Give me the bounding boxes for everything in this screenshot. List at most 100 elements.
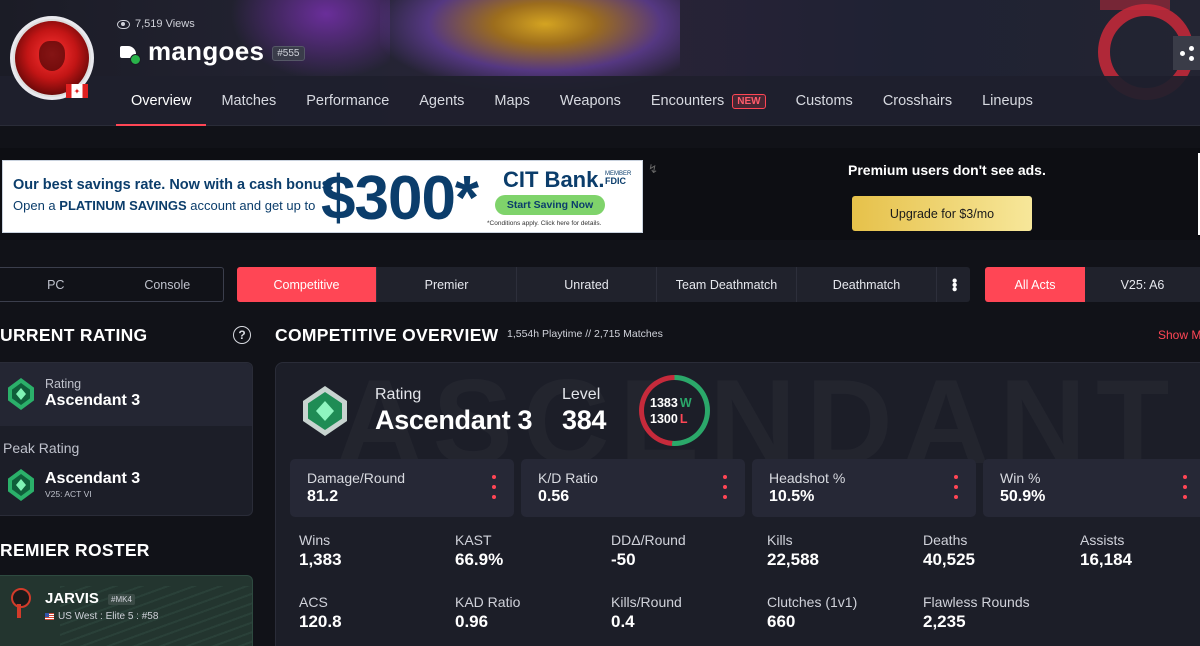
stat-label: Win % [1000,470,1041,486]
tab-encounters[interactable]: Encounters NEW [636,76,781,126]
us-flag-icon [45,613,54,620]
stat-value: 0.96 [455,612,489,631]
premier-roster-title: REMIER ROSTER [0,540,150,560]
upgrade-button[interactable]: Upgrade for $3/mo [852,196,1032,231]
team-region-text: US West : Elite 5 : #58 [58,611,159,622]
help-icon[interactable]: ? [233,326,251,344]
stat-label: KAD Ratio [455,594,521,610]
stat-card-damage-round[interactable]: Damage/Round 81.2 [290,459,514,517]
peak-rating-label: Peak Rating [3,440,80,456]
stat-value: -50 [611,550,636,569]
ad-text: account and get up to [190,198,316,213]
overview-rating-label: Rating [375,386,422,403]
tab-weapons[interactable]: Weapons [545,76,636,126]
stat-value: 660 [767,612,796,631]
stat-label: Clutches (1v1) [767,594,858,610]
kebab-menu-icon[interactable] [723,475,727,499]
stat-label: KAST [455,532,492,548]
wins-number: 1383 [650,396,678,410]
ascendant-rank-icon [303,386,347,436]
platform-console[interactable]: Console [112,268,224,301]
share-icon [1179,46,1194,61]
stat-dd-delta: DDΔ/Round -50 [611,532,686,570]
ascendant-rank-icon [8,378,34,410]
share-button[interactable] [1173,36,1200,70]
stat-label: Deaths [923,532,968,548]
stat-label: Wins [299,532,331,548]
rating-card: Rating Ascendant 3 Peak Rating Ascendant… [0,362,253,516]
kebab-menu-icon[interactable] [954,475,958,499]
act-selector: All Acts V25: A6 [985,267,1200,302]
act-all[interactable]: All Acts [985,267,1085,302]
new-badge: NEW [732,93,766,109]
advertisement-banner[interactable]: Our best savings rate. Now with a cash b… [2,160,643,233]
more-modes-button[interactable]: ••• [937,267,970,302]
show-more-link[interactable]: Show M [1158,328,1200,342]
act-v25-a6[interactable]: V25: A6 [1085,267,1200,302]
ad-choices-icon[interactable]: ↯ [648,162,658,176]
level-value: 384 [562,405,607,435]
stat-label: Headshot % [769,470,846,486]
stat-flawless-rounds: Flawless Rounds 2,235 [923,594,1030,632]
ad-text: Open a [13,198,56,213]
wins-letter: W [679,396,692,410]
stat-label: K/D Ratio [538,470,598,486]
stat-value: 2,235 [923,612,966,631]
tab-label: Customs [795,93,853,109]
player-name: mangoes [148,36,265,66]
fdic-badge: MEMBER FDIC [605,171,631,186]
losses-letter: L [679,412,688,426]
stat-kast: KAST 66.9% [455,532,503,570]
stat-value: 0.4 [611,612,635,631]
tab-label: Lineups [982,93,1033,109]
ad-fdic-label: FDIC [605,176,626,186]
kebab-menu-icon[interactable] [1183,475,1187,499]
playtime: 1,554h Playtime [507,328,583,340]
stat-kills-round: Kills/Round 0.4 [611,594,682,632]
ad-text-bold: PLATINUM SAVINGS [59,198,187,213]
kebab-menu-icon[interactable] [492,475,496,499]
premium-notice: Premium users don't see ads. [848,162,1046,178]
view-count: 7,519 Views [117,18,195,30]
team-logo-icon [8,588,31,618]
tab-label: Encounters [650,93,725,109]
profile-tabs: Overview Matches Performance Agents Maps… [116,76,1048,126]
mode-deathmatch[interactable]: Deathmatch [797,267,937,302]
tab-agents[interactable]: Agents [404,76,479,126]
platform-pc[interactable]: PC [0,268,112,301]
peak-rating-act: V25: ACT VI [45,489,92,499]
ad-cta-button[interactable]: Start Saving Now [495,195,605,215]
tab-overview[interactable]: Overview [116,76,207,126]
mode-competitive[interactable]: Competitive [237,267,377,302]
tab-label: Agents [419,93,465,109]
stat-value: 40,525 [923,550,975,569]
stat-kills: Kills 22,588 [767,532,819,570]
overview-meta: 1,554h Playtime // 2,715 Matches [507,328,663,340]
stat-value: 22,588 [767,550,819,569]
mode-team-deathmatch[interactable]: Team Deathmatch [657,267,797,302]
stat-card-kd-ratio[interactable]: K/D Ratio 0.56 [521,459,745,517]
tab-customs[interactable]: Customs [781,76,868,126]
stat-label: Flawless Rounds [923,594,1030,610]
riot-verified-icon [118,43,141,65]
tab-performance[interactable]: Performance [291,76,404,126]
ad-row: Our best savings rate. Now with a cash b… [0,148,1200,240]
mode-unrated[interactable]: Unrated [517,267,657,302]
mode-premier[interactable]: Premier [377,267,517,302]
meta-separator: // [585,328,592,340]
player-tag: #555 [272,46,305,61]
platform-toggle: PC Console [0,267,224,302]
tab-label: Weapons [559,93,621,109]
stat-card-win-pct[interactable]: Win % 50.9% [983,459,1200,517]
losses-number: 1300 [650,412,678,426]
tab-label: Matches [221,93,277,109]
roster-card[interactable]: JARVIS #MK4 US West : Elite 5 : #58 [0,575,253,646]
tab-label: Overview [131,93,192,109]
tab-lineups[interactable]: Lineups [967,76,1048,126]
tab-matches[interactable]: Matches [206,76,291,126]
stat-deaths: Deaths 40,525 [923,532,975,570]
tab-crosshairs[interactable]: Crosshairs [868,76,967,126]
tab-maps[interactable]: Maps [479,76,544,126]
stat-label: Kills [767,532,793,548]
stat-card-headshot[interactable]: Headshot % 10.5% [752,459,976,517]
